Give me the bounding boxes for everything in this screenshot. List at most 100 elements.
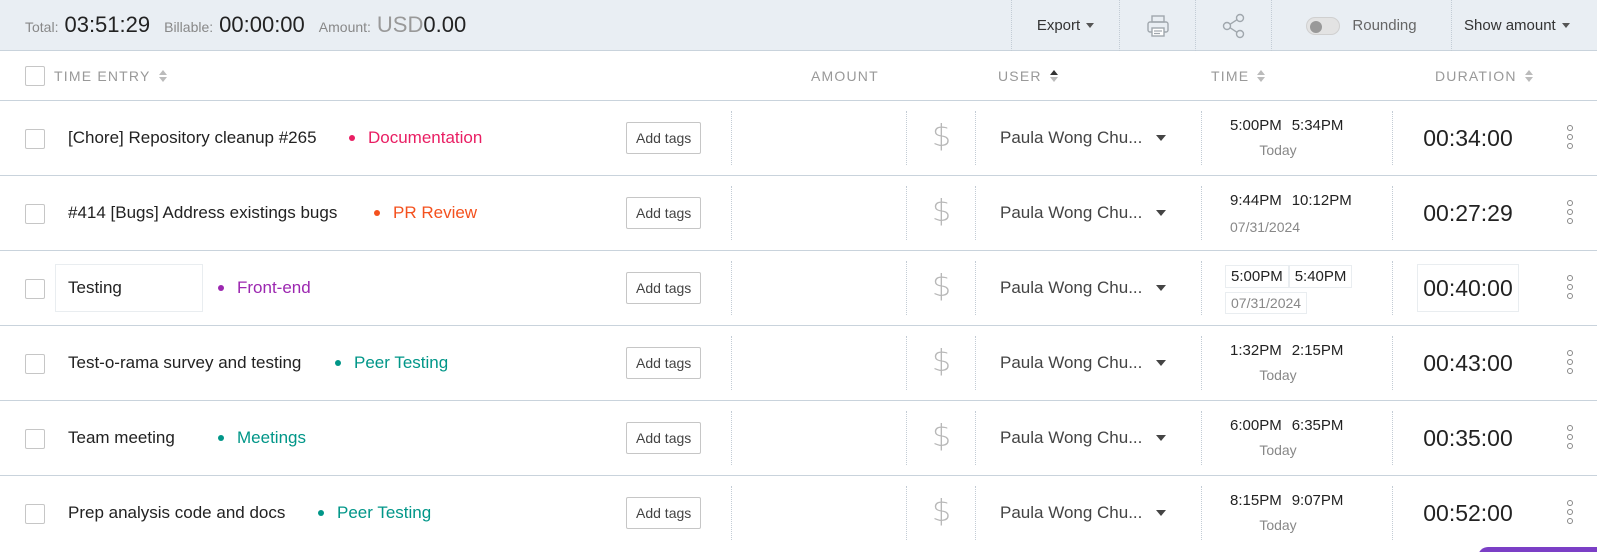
entry-duration[interactable]: 00:27:29 (1417, 189, 1519, 237)
entry-project[interactable]: Front-end (218, 251, 311, 325)
entry-checkbox[interactable] (25, 204, 45, 224)
add-tags-button[interactable]: Add tags (626, 197, 702, 229)
end-time[interactable]: 5:34PM (1287, 115, 1349, 136)
divider (1201, 111, 1202, 165)
divider (731, 411, 732, 465)
entry-project[interactable]: PR Review (374, 176, 477, 250)
more-options-icon[interactable] (1566, 275, 1574, 302)
entry-checkbox[interactable] (25, 354, 45, 374)
entry-date[interactable]: Today (1225, 142, 1355, 158)
divider (906, 186, 907, 240)
export-dropdown[interactable]: Export (1011, 0, 1119, 51)
add-tags-button[interactable]: Add tags (626, 422, 702, 454)
entry-project[interactable]: Peer Testing (335, 326, 448, 400)
entry-user-dropdown[interactable]: Paula Wong Chu... (1000, 476, 1167, 550)
entry-date[interactable]: 07/31/2024 (1225, 292, 1357, 314)
show-amount-label: Show amount (1464, 17, 1556, 34)
divider (975, 261, 976, 315)
project-name: Documentation (368, 128, 483, 147)
entry-duration[interactable]: 00:52:00 (1417, 489, 1519, 537)
billable-dollar-icon[interactable]: $ (932, 344, 951, 379)
entry-description[interactable]: #414 [Bugs] Address existings bugs (68, 176, 337, 250)
more-options-icon[interactable] (1566, 125, 1574, 152)
entry-checkbox[interactable] (25, 504, 45, 524)
entry-description[interactable]: Prep analysis code and docs (68, 476, 285, 550)
print-button[interactable] (1119, 0, 1195, 51)
entry-description[interactable]: Team meeting (68, 401, 175, 475)
entry-description[interactable]: [Chore] Repository cleanup #265 (68, 101, 317, 175)
project-color-dot (374, 210, 380, 216)
end-time[interactable]: 6:35PM (1287, 415, 1349, 436)
entry-description[interactable]: Test-o-rama survey and testing (68, 326, 301, 400)
chevron-down-icon (1086, 23, 1095, 28)
entry-date-value: 07/31/2024 (1225, 292, 1308, 314)
printer-icon (1146, 14, 1169, 37)
entry-user-dropdown[interactable]: Paula Wong Chu... (1000, 176, 1167, 250)
entry-duration[interactable]: 00:40:00 (1417, 264, 1519, 312)
show-amount-dropdown[interactable]: Show amount (1451, 0, 1597, 51)
entry-date[interactable]: Today (1225, 367, 1355, 383)
more-options-icon[interactable] (1566, 350, 1574, 377)
start-time[interactable]: 5:00PM (1225, 265, 1289, 288)
add-tags-button[interactable]: Add tags (626, 272, 702, 304)
entry-user-dropdown[interactable]: Paula Wong Chu... (1000, 251, 1167, 325)
floating-action-button[interactable] (1478, 547, 1597, 552)
time-entry-list: [Chore] Repository cleanup #265 Document… (0, 101, 1597, 551)
billable-dollar-icon[interactable]: $ (932, 269, 951, 304)
start-time[interactable]: 5:00PM (1225, 115, 1287, 136)
divider (975, 111, 976, 165)
entry-duration[interactable]: 00:35:00 (1417, 414, 1519, 462)
more-options-icon[interactable] (1566, 200, 1574, 227)
billable-dollar-icon[interactable]: $ (932, 194, 951, 229)
start-time[interactable]: 8:15PM (1225, 490, 1287, 511)
entry-description[interactable]: Testing (55, 264, 203, 312)
more-options-icon[interactable] (1566, 500, 1574, 527)
end-time[interactable]: 9:07PM (1287, 490, 1349, 511)
entry-checkbox[interactable] (25, 129, 45, 149)
divider (906, 261, 907, 315)
billable-dollar-icon[interactable]: $ (932, 419, 951, 454)
end-time[interactable]: 5:40PM (1288, 265, 1353, 288)
divider (975, 486, 976, 540)
entry-duration[interactable]: 00:43:00 (1417, 339, 1519, 387)
entry-project[interactable]: Meetings (218, 401, 306, 475)
add-tags-button[interactable]: Add tags (626, 122, 702, 154)
start-time[interactable]: 6:00PM (1225, 415, 1287, 436)
summary-bar: Total: 03:51:29 Billable: 00:00:00 Amoun… (0, 0, 1597, 51)
add-tags-button[interactable]: Add tags (626, 347, 702, 379)
more-options-icon[interactable] (1566, 425, 1574, 452)
end-time[interactable]: 10:12PM (1287, 190, 1357, 211)
divider (1201, 486, 1202, 540)
entry-duration[interactable]: 00:34:00 (1417, 114, 1519, 162)
user-name: Paula Wong Chu... (1000, 203, 1143, 222)
column-time[interactable]: TIME (1211, 51, 1266, 101)
entry-date[interactable]: 07/31/2024 (1225, 217, 1357, 237)
billable-dollar-icon[interactable]: $ (932, 494, 951, 529)
entry-time-range: 1:32PM 2:15PM (1225, 340, 1348, 361)
column-user[interactable]: USER (998, 51, 1058, 101)
time-entry-row: Testing Front-end Add tags $ Paula Wong … (0, 251, 1597, 326)
divider (731, 336, 732, 390)
entry-checkbox[interactable] (25, 279, 45, 299)
column-duration[interactable]: DURATION (1435, 51, 1533, 101)
entry-user-dropdown[interactable]: Paula Wong Chu... (1000, 401, 1167, 475)
entry-project[interactable]: Peer Testing (318, 476, 431, 550)
entry-user-dropdown[interactable]: Paula Wong Chu... (1000, 101, 1167, 175)
column-time-entry[interactable]: TIME ENTRY (54, 51, 167, 101)
add-tags-button[interactable]: Add tags (626, 497, 702, 529)
select-all-checkbox[interactable] (25, 66, 45, 86)
divider (975, 186, 976, 240)
end-time[interactable]: 2:15PM (1287, 340, 1349, 361)
entry-checkbox[interactable] (25, 429, 45, 449)
billable-dollar-icon[interactable]: $ (932, 119, 951, 154)
entry-project[interactable]: Documentation (349, 101, 482, 175)
sort-icon (1049, 70, 1058, 82)
total-label: Total: (25, 19, 59, 35)
start-time[interactable]: 1:32PM (1225, 340, 1287, 361)
share-button[interactable] (1195, 0, 1271, 51)
entry-date[interactable]: Today (1225, 442, 1355, 458)
rounding-toggle[interactable] (1306, 16, 1341, 35)
entry-user-dropdown[interactable]: Paula Wong Chu... (1000, 326, 1167, 400)
entry-date[interactable]: Today (1225, 517, 1355, 533)
start-time[interactable]: 9:44PM (1225, 190, 1287, 211)
